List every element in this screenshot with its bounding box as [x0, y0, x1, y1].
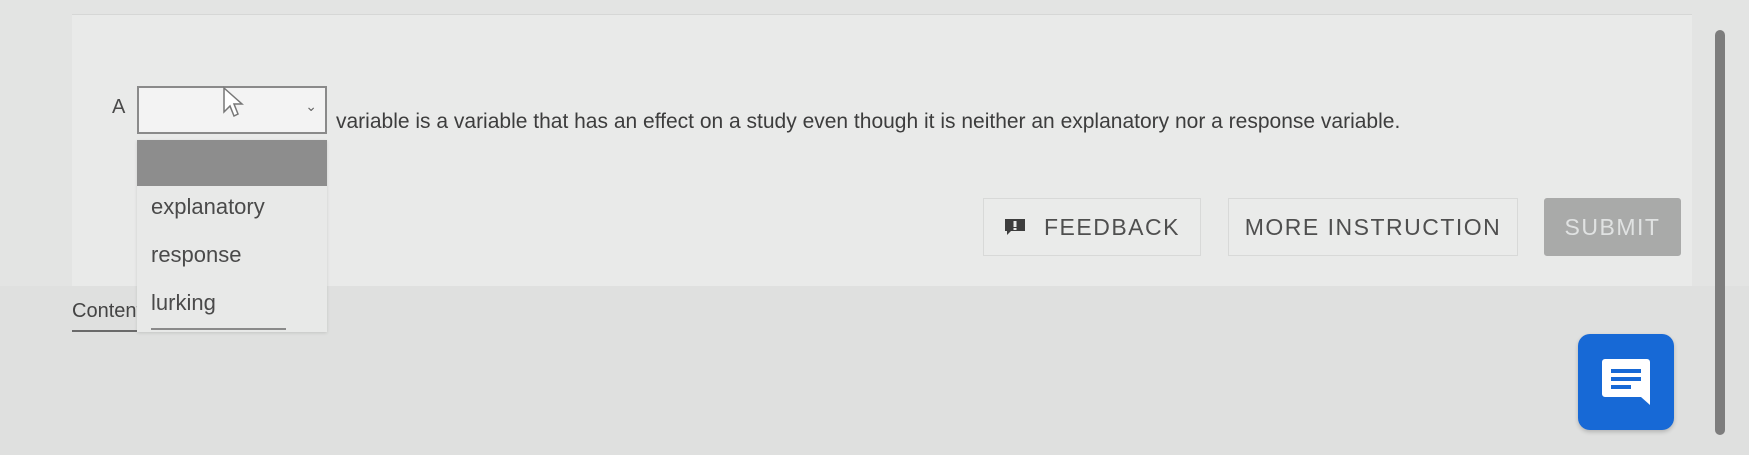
comment-icon	[1005, 219, 1025, 235]
option-explanatory[interactable]: explanatory	[151, 194, 265, 220]
feedback-button[interactable]: FEEDBACK	[983, 198, 1201, 256]
chat-button[interactable]	[1578, 334, 1674, 430]
option-lurking[interactable]: lurking	[151, 290, 216, 316]
submit-label: SUBMIT	[1564, 213, 1661, 240]
dropdown-highlighted-option[interactable]	[137, 140, 327, 186]
chat-icon	[1602, 359, 1650, 405]
more-instruction-label: MORE INSTRUCTION	[1244, 213, 1502, 240]
scrollbar-thumb[interactable]	[1715, 30, 1725, 435]
scrollbar[interactable]	[1712, 30, 1728, 440]
option-response[interactable]: response	[151, 242, 242, 268]
more-instruction-button[interactable]: MORE INSTRUCTION	[1228, 198, 1518, 256]
dropdown-menu: explanatory response lurking	[137, 140, 327, 332]
submit-button[interactable]: SUBMIT	[1544, 198, 1681, 256]
chevron-down-icon: ⌄	[305, 98, 317, 114]
question-text: variable is a variable that has an effec…	[336, 110, 1401, 133]
question-prefix: A	[112, 96, 126, 118]
divider	[151, 328, 286, 330]
tab-content[interactable]: Content	[72, 300, 137, 332]
feedback-label: FEEDBACK	[1044, 213, 1180, 240]
mouse-pointer-icon	[223, 86, 244, 118]
